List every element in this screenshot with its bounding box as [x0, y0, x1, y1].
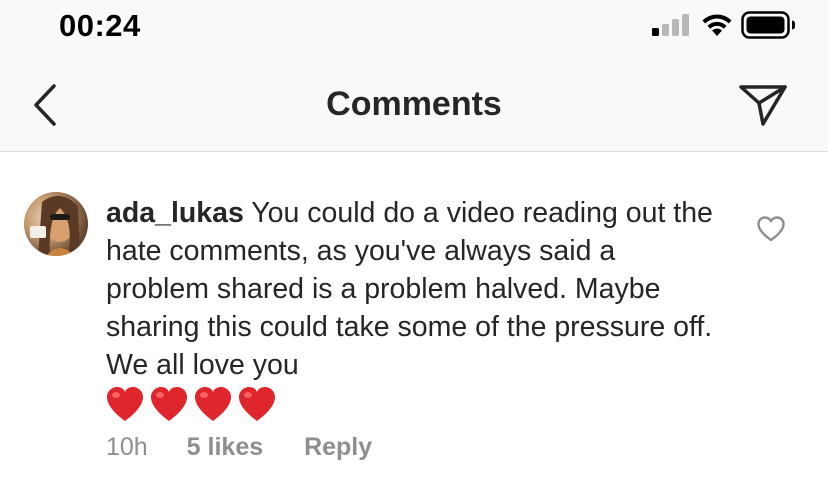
paper-plane-icon [739, 85, 787, 126]
red-heart-emoji-icon [195, 387, 231, 421]
status-time: 00:24 [59, 8, 141, 43]
cellular-signal-icon [652, 14, 689, 36]
heart-emoji-row [106, 386, 716, 428]
red-heart-emoji-icon [239, 387, 275, 421]
comment-time: 10h [106, 433, 148, 461]
avatar[interactable] [24, 192, 88, 256]
comment-likes[interactable]: 5 likes [187, 433, 263, 462]
comment-text-block: ada_lukas You could do a video reading o… [106, 194, 716, 428]
comment-username[interactable]: ada_lukas [106, 197, 244, 229]
red-heart-emoji-icon [107, 387, 143, 421]
status-bar: 00:24 [0, 0, 828, 58]
reply-button[interactable]: Reply [304, 433, 372, 462]
red-heart-emoji-icon [151, 387, 187, 421]
comments-screen: 00:24 Comments ada_lukas You could do a … [0, 0, 828, 477]
comment-item: ada_lukas You could do a video reading o… [0, 153, 828, 477]
like-comment-button[interactable] [756, 215, 786, 243]
comment-meta: 10h 5 likes Reply [106, 433, 372, 462]
avatar-photo [30, 195, 80, 256]
heart-outline-icon [757, 216, 785, 242]
nav-bar: Comments [0, 58, 828, 152]
battery-icon [741, 11, 795, 39]
wifi-icon [702, 14, 732, 36]
share-button[interactable] [737, 82, 789, 128]
page-title: Comments [326, 85, 502, 123]
